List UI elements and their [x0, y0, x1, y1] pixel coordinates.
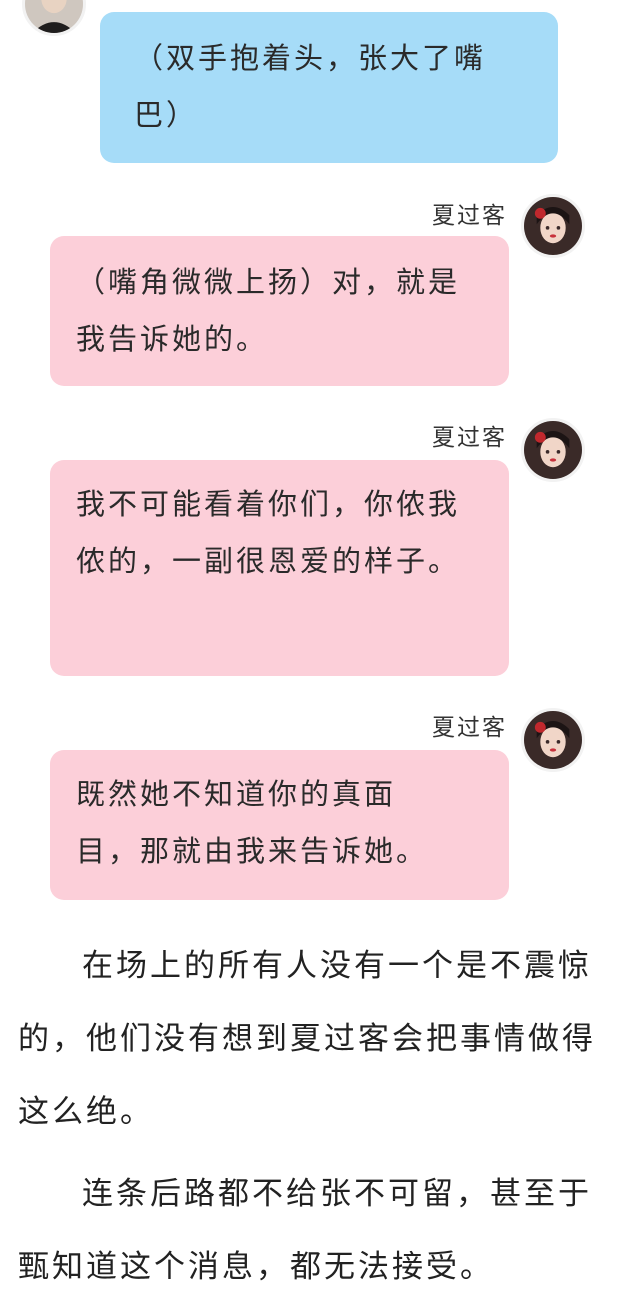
narrative-paragraph: 连条后路都不给张不可留，甚至于甄知道这个消息，都无法接受。	[18, 1176, 592, 1285]
narrative-paragraph: 在场上的所有人没有一个是不震惊的，他们没有想到夏过客会把事情做得这么绝。	[18, 948, 596, 1130]
sender-name: 夏过客	[432, 715, 507, 741]
female-avatar-icon	[521, 194, 585, 258]
message-text: （双手抱着头，张大了嘴巴）	[134, 41, 487, 132]
sender-name: 夏过客	[432, 203, 507, 229]
message-text: （嘴角微微上扬）对，就是我告诉她的。	[76, 265, 461, 356]
chat-bubble-pink: 我不可能看着你们，你侬我侬的，一副很恩爱的样子。	[50, 460, 509, 676]
female-avatar-icon	[521, 418, 585, 482]
message-text: 既然她不知道你的真面目，那就由我来告诉她。	[76, 777, 429, 868]
chat-bubble-blue: （双手抱着头，张大了嘴巴）	[100, 12, 558, 163]
male-avatar-icon	[22, 0, 86, 36]
chat-bubble-pink: 既然她不知道你的真面目，那就由我来告诉她。	[50, 750, 509, 900]
female-avatar-icon	[521, 708, 585, 772]
message-text: 我不可能看着你们，你侬我侬的，一副很恩爱的样子。	[76, 487, 461, 578]
sender-name: 夏过客	[432, 425, 507, 451]
chat-bubble-pink: （嘴角微微上扬）对，就是我告诉她的。	[50, 236, 509, 386]
